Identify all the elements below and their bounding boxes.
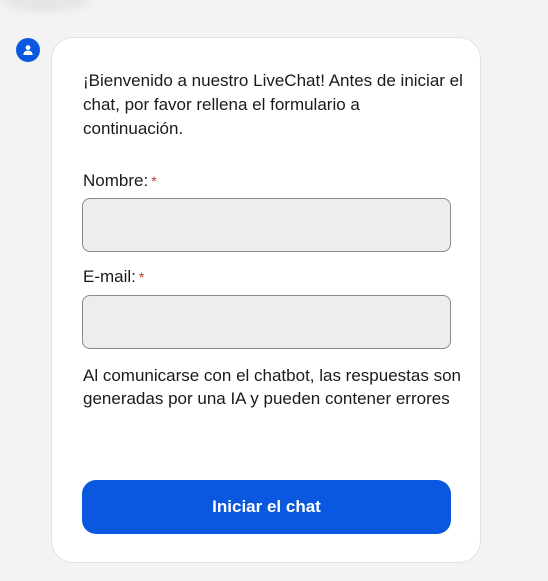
email-input[interactable] — [82, 295, 451, 349]
start-chat-button[interactable]: Iniciar el chat — [82, 480, 451, 534]
ai-disclaimer-text: Al comunicarse con el chatbot, las respu… — [83, 366, 461, 408]
name-label-text: Nombre: — [83, 171, 149, 190]
prechat-form-card: ¡Bienvenido a nuestro LiveChat! Antes de… — [51, 37, 481, 563]
name-label: Nombre: * — [83, 170, 157, 192]
required-asterisk: * — [151, 173, 157, 189]
user-icon — [23, 45, 33, 55]
email-label-text: E-mail: — [83, 267, 136, 286]
intro-text: ¡Bienvenido a nuestro LiveChat! Antes de… — [83, 71, 463, 138]
name-input[interactable] — [82, 198, 451, 252]
bot-avatar — [16, 38, 40, 62]
required-asterisk: * — [138, 269, 145, 285]
previous-message-shadow — [0, 0, 90, 8]
email-label: E-mail: * — [83, 266, 144, 288]
